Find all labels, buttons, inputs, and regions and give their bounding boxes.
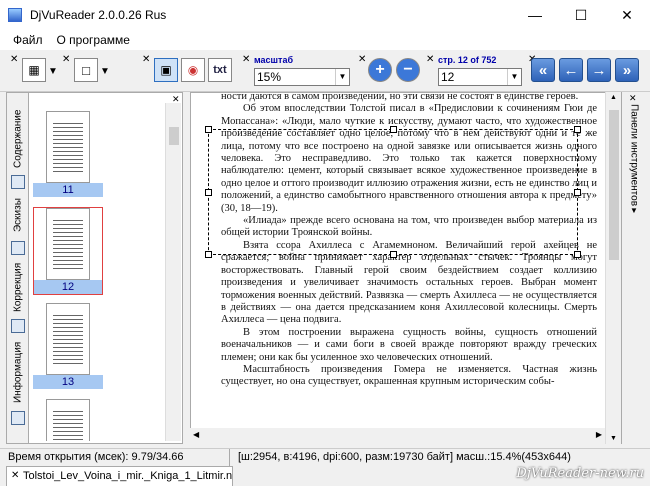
tab-toolbars[interactable]: Панели инструментов ▼ [624, 104, 644, 224]
panel-close-icon[interactable]: ✕ [629, 93, 637, 104]
thumbnail-number: 11 [33, 183, 103, 197]
minus-icon: − [403, 61, 413, 78]
document-view[interactable]: ности даются в самом произведении, но эт… [190, 91, 612, 444]
double-chevron-right-icon: » [622, 61, 632, 79]
horizontal-scrollbar[interactable]: ◀ ▶ [190, 428, 605, 444]
image-icon: ◉ [187, 63, 199, 77]
close-tab-icon[interactable]: ✕ [11, 470, 19, 481]
layout-icon: ▦ [28, 63, 40, 77]
minimize-button[interactable]: — [512, 0, 558, 30]
zoom-label: масштаб [254, 55, 294, 65]
status-bar: Время открытия (мсек): 9.79/34.66 [ш:295… [0, 448, 650, 466]
tab-contents[interactable]: Содержание [7, 105, 29, 173]
resize-handle[interactable] [205, 251, 212, 258]
thumbnail-page[interactable] [33, 399, 103, 441]
plus-icon: + [375, 61, 385, 78]
thumbnail-page-selected[interactable]: 12 [33, 207, 103, 295]
text-paragraph: Масштабность произведения Гомера не изме… [221, 363, 597, 388]
thumbnail-page[interactable]: 13 [33, 303, 103, 389]
open-time-status: Время открытия (мсек): 9.79/34.66 [0, 449, 230, 466]
arrow-left-icon: ← [563, 61, 579, 79]
scroll-down-icon[interactable]: ▼ [610, 435, 617, 442]
chevron-down-icon: ▼ [507, 69, 521, 85]
zoom-in-button[interactable]: + [368, 58, 392, 82]
file-tab[interactable]: ✕ Tolstoi_Lev_Voina_i_mir._Kniga_1_Litmi… [6, 466, 233, 486]
close-button[interactable]: ✕ [604, 0, 650, 30]
layout-dropdown-icon[interactable]: ▼ [48, 66, 58, 77]
vertical-scrollbar[interactable]: ▲ ▼ [605, 92, 621, 444]
select-area-button[interactable]: ▣ [154, 58, 178, 82]
prev-page-button[interactable]: ← [559, 58, 583, 82]
page-label: стр. 12 of 752 [438, 55, 497, 65]
resize-handle[interactable] [574, 126, 581, 133]
chevron-down-icon: ▼ [629, 206, 639, 216]
scrollbar-thumb[interactable] [609, 110, 619, 260]
resize-handle[interactable] [574, 189, 581, 196]
thumbnail-number: 13 [33, 375, 103, 389]
thumbnail-page[interactable]: 11 [33, 111, 103, 197]
zoom-out-button[interactable]: − [396, 58, 420, 82]
resize-handle[interactable] [390, 251, 397, 258]
select-area-icon: ▣ [160, 63, 172, 77]
correction-icon [11, 319, 25, 333]
window-title: DjVuReader 2.0.0.26 Rus [30, 8, 167, 22]
menu-about[interactable]: О программе [50, 33, 137, 47]
image-mode-button[interactable]: ◉ [181, 58, 205, 82]
tab-correction[interactable]: Коррекция [7, 257, 29, 317]
page-info-status: [ш:2954, в:4196, dpi:600, разм:19730 бай… [238, 451, 571, 463]
zoom-select[interactable]: 15% ▼ [254, 68, 350, 86]
page-select[interactable]: 12 ▼ [438, 68, 522, 86]
toolbar-close-icon[interactable]: ✕ [358, 54, 366, 65]
thumbnail-scrollbar[interactable] [165, 103, 181, 441]
toolbar-close-icon[interactable]: ✕ [142, 54, 150, 65]
page-thumbnail-image [46, 399, 90, 441]
scrollbar-thumb[interactable] [169, 127, 179, 145]
page-icon: □ [82, 62, 90, 78]
resize-handle[interactable] [574, 251, 581, 258]
layout-button[interactable]: ▦ [22, 58, 46, 82]
menu-file[interactable]: Файл [6, 33, 50, 47]
text-paragraph: ности даются в самом произведении, но эт… [221, 91, 579, 102]
resize-handle[interactable] [390, 126, 397, 133]
watermark: DjVuReader-new.ru [516, 466, 644, 481]
scroll-up-icon[interactable]: ▲ [610, 94, 617, 101]
toolbar-close-icon[interactable]: ✕ [62, 54, 70, 65]
app-icon [8, 8, 22, 22]
tab-info[interactable]: Информация [7, 335, 29, 409]
tab-thumbnails[interactable]: Эскизы [7, 191, 29, 239]
scroll-right-icon[interactable]: ▶ [596, 430, 602, 439]
left-panel: Содержание Эскизы Коррекция Информация ✕… [6, 92, 183, 444]
title-bar: DjVuReader 2.0.0.26 Rus — ☐ ✕ [0, 0, 650, 30]
first-page-button[interactable]: « [531, 58, 555, 82]
contents-icon [11, 175, 25, 189]
selection-rectangle[interactable] [205, 126, 581, 258]
file-tab-label: Tolstoi_Lev_Voina_i_mir._Kniga_1_Litmir.… [23, 470, 233, 482]
toolbar-close-icon[interactable]: ✕ [242, 54, 250, 65]
thumbnail-number: 12 [34, 280, 102, 294]
page-view-dropdown-icon[interactable]: ▼ [100, 66, 110, 77]
arrow-right-icon: → [591, 61, 607, 79]
scroll-left-icon[interactable]: ◀ [193, 430, 199, 439]
left-panel-tabs: Содержание Эскизы Коррекция Информация [7, 93, 29, 443]
double-chevron-left-icon: « [538, 61, 548, 79]
chevron-down-icon: ▼ [335, 69, 349, 85]
last-page-button[interactable]: » [615, 58, 639, 82]
text-mode-button[interactable]: txt [208, 58, 232, 82]
page-thumbnail-image [46, 111, 90, 183]
menu-bar: Файл О программе [0, 30, 650, 50]
right-panel: ✕ Панели инструментов ▼ [621, 92, 645, 444]
resize-handle[interactable] [205, 189, 212, 196]
page-thumbnail-image [46, 208, 90, 280]
page-view-button[interactable]: □ [74, 58, 98, 82]
info-icon [11, 411, 25, 425]
toolbar-close-icon[interactable]: ✕ [10, 54, 18, 65]
maximize-button[interactable]: ☐ [558, 0, 604, 30]
next-page-button[interactable]: → [587, 58, 611, 82]
resize-handle[interactable] [205, 126, 212, 133]
toolbar-close-icon[interactable]: ✕ [426, 54, 434, 65]
thumbnail-list: 11 12 13 [29, 103, 165, 441]
thumbnails-icon [11, 241, 25, 255]
text-paragraph: В этом построении выражена сущность войн… [221, 326, 597, 363]
page-thumbnail-image [46, 303, 90, 375]
